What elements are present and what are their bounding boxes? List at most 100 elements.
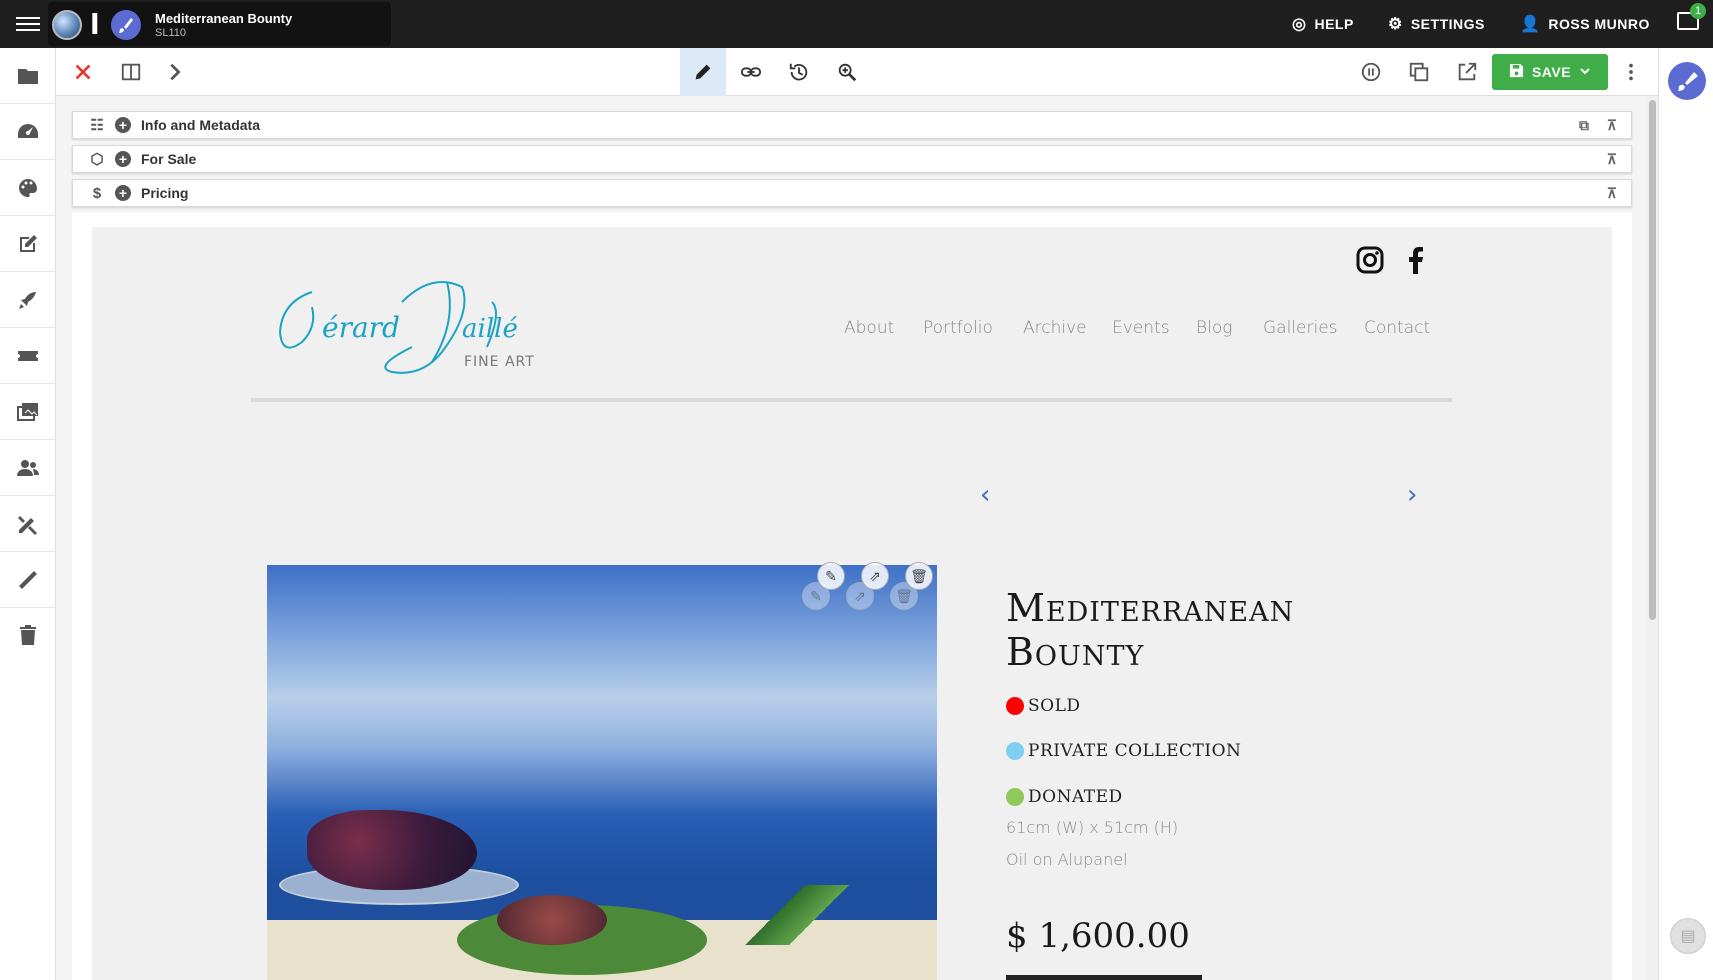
brush-icon[interactable] — [1668, 62, 1706, 100]
status-sold: SOLD — [1006, 696, 1081, 716]
brush-icon — [111, 10, 141, 40]
palette-icon[interactable] — [0, 160, 56, 216]
pin-icon[interactable]: ⊼ — [1607, 117, 1617, 134]
pin-icon[interactable]: ⊼ — [1607, 151, 1617, 168]
status-dot — [1006, 788, 1024, 806]
expand-plus-icon[interactable]: + — [115, 185, 131, 201]
user-name: ROSS MUNRO — [1548, 16, 1650, 32]
help-button[interactable]: ◎ HELP — [1292, 0, 1354, 48]
duplicate-icon[interactable] — [1396, 48, 1442, 96]
save-label: SAVE — [1531, 64, 1572, 80]
pause-icon[interactable] — [1348, 48, 1394, 96]
header-divider — [251, 398, 1452, 402]
nav-archive[interactable]: Archive — [1023, 318, 1087, 338]
history-icon[interactable] — [776, 48, 822, 96]
dollar-icon: $ — [92, 184, 102, 202]
document-switcher[interactable]: l Mediterranean Bounty SL110 — [48, 2, 391, 46]
pencil-icon[interactable] — [680, 48, 726, 96]
status-label: DONATED — [1028, 787, 1123, 807]
document-title: Mediterranean Bounty — [155, 11, 293, 26]
painting-herbs — [717, 885, 877, 945]
artwork-image[interactable] — [267, 565, 937, 980]
site-logo[interactable]: érard aillé FINE ART — [272, 272, 552, 382]
external-link-icon[interactable] — [1444, 48, 1490, 96]
section-label: For Sale — [141, 151, 197, 167]
floppy-icon — [1509, 63, 1524, 81]
buy-button[interactable] — [1006, 975, 1202, 980]
status-private-collection: PRIVATE COLLECTION — [1006, 741, 1241, 761]
split-view-icon[interactable] — [108, 48, 154, 96]
status-dot — [1006, 742, 1024, 760]
pin-icon[interactable]: ⊼ — [1607, 185, 1617, 202]
user-icon: 👤 — [1520, 16, 1541, 33]
dashboard-icon[interactable] — [0, 104, 56, 160]
status-label: SOLD — [1028, 696, 1081, 716]
chevron-right-icon[interactable]: › — [1407, 480, 1417, 510]
more-options-icon[interactable] — [1608, 48, 1654, 96]
save-button[interactable]: SAVE — [1492, 54, 1608, 90]
artwork-title-line1: Mediterranean — [1006, 586, 1295, 630]
artwork-title-line2: Bounty — [1006, 630, 1145, 674]
settings-button[interactable]: ⚙ SETTINGS — [1388, 0, 1485, 48]
settings-label: SETTINGS — [1410, 16, 1485, 32]
expand-plus-icon[interactable]: + — [115, 117, 131, 133]
facebook-icon[interactable] — [1400, 244, 1432, 276]
zoom-icon[interactable] — [824, 48, 870, 96]
folder-icon[interactable] — [0, 48, 56, 104]
trash-icon[interactable] — [0, 608, 56, 664]
nav-blog[interactable]: Blog — [1196, 318, 1232, 338]
ruler-icon[interactable] — [0, 552, 56, 608]
editor-toolbar: SAVE — [56, 48, 1658, 96]
svg-text:érard: érard — [322, 311, 400, 344]
user-menu-button[interactable]: 👤 ROSS MUNRO — [1520, 0, 1650, 48]
link-icon[interactable] — [728, 48, 774, 96]
document-thumbnail — [52, 10, 82, 40]
menu-icon[interactable] — [16, 13, 40, 35]
section-info-metadata[interactable]: ☷ + Info and Metadata ⧉ ⊼ — [72, 111, 1632, 139]
left-sidebar — [0, 48, 56, 980]
scrollbar[interactable] — [1646, 96, 1658, 980]
nav-about[interactable]: About — [844, 318, 894, 338]
app-logo-icon: l — [90, 8, 100, 41]
painting-grapes — [307, 810, 477, 890]
section-label: Pricing — [141, 185, 189, 201]
gear-icon: ⚙ — [1388, 16, 1403, 33]
list-icon: ☷ — [90, 117, 104, 134]
copy-icon[interactable]: ⧉ — [1579, 117, 1589, 134]
artwork-price: $ 1,600.00 — [1006, 916, 1190, 956]
chevron-right-icon[interactable] — [152, 48, 198, 96]
nav-galleries[interactable]: Galleries — [1263, 318, 1338, 338]
nav-portfolio[interactable]: Portfolio — [923, 318, 993, 338]
painting-figs — [497, 895, 607, 945]
gallery-icon[interactable] — [0, 384, 56, 440]
box-icon: ⬡ — [90, 151, 104, 168]
expand-plus-icon[interactable]: + — [115, 151, 131, 167]
nav-contact[interactable]: Contact — [1364, 318, 1430, 338]
newspaper-icon[interactable]: ▤ — [1670, 918, 1706, 954]
artwork-title: Mediterranean Bounty — [1006, 586, 1426, 674]
open-image-icon[interactable]: ⇗ — [861, 562, 889, 590]
section-for-sale[interactable]: ⬡ + For Sale ⊼ — [72, 145, 1632, 173]
scrollbar-thumb[interactable] — [1649, 100, 1656, 620]
edit-icon[interactable] — [0, 216, 56, 272]
design-tools-icon[interactable] — [0, 496, 56, 552]
delete-image-icon[interactable]: 🗑 — [905, 562, 933, 590]
chevron-left-icon[interactable]: ‹ — [980, 480, 990, 510]
ticket-icon[interactable] — [0, 328, 56, 384]
users-icon[interactable] — [0, 440, 56, 496]
section-label: Info and Metadata — [141, 117, 261, 133]
edit-image-icon[interactable]: ✎ — [817, 562, 845, 590]
artwork-medium: Oil on Alupanel — [1006, 850, 1128, 869]
logo-subtitle: FINE ART — [464, 354, 535, 370]
close-icon[interactable] — [60, 48, 106, 96]
svg-text:aillé: aillé — [462, 314, 518, 344]
help-label: HELP — [1314, 16, 1354, 32]
top-bar: l Mediterranean Bounty SL110 ◎ HELP ⚙ SE… — [0, 0, 1713, 48]
instagram-icon[interactable] — [1354, 244, 1386, 276]
rocket-icon[interactable] — [0, 272, 56, 328]
artwork-dimensions: 61cm (W) x 51cm (H) — [1006, 818, 1179, 837]
chevron-down-icon[interactable] — [1579, 64, 1591, 80]
lifebuoy-icon: ◎ — [1292, 16, 1307, 33]
nav-events[interactable]: Events — [1112, 318, 1170, 338]
section-pricing[interactable]: $ + Pricing ⊼ — [72, 179, 1632, 207]
